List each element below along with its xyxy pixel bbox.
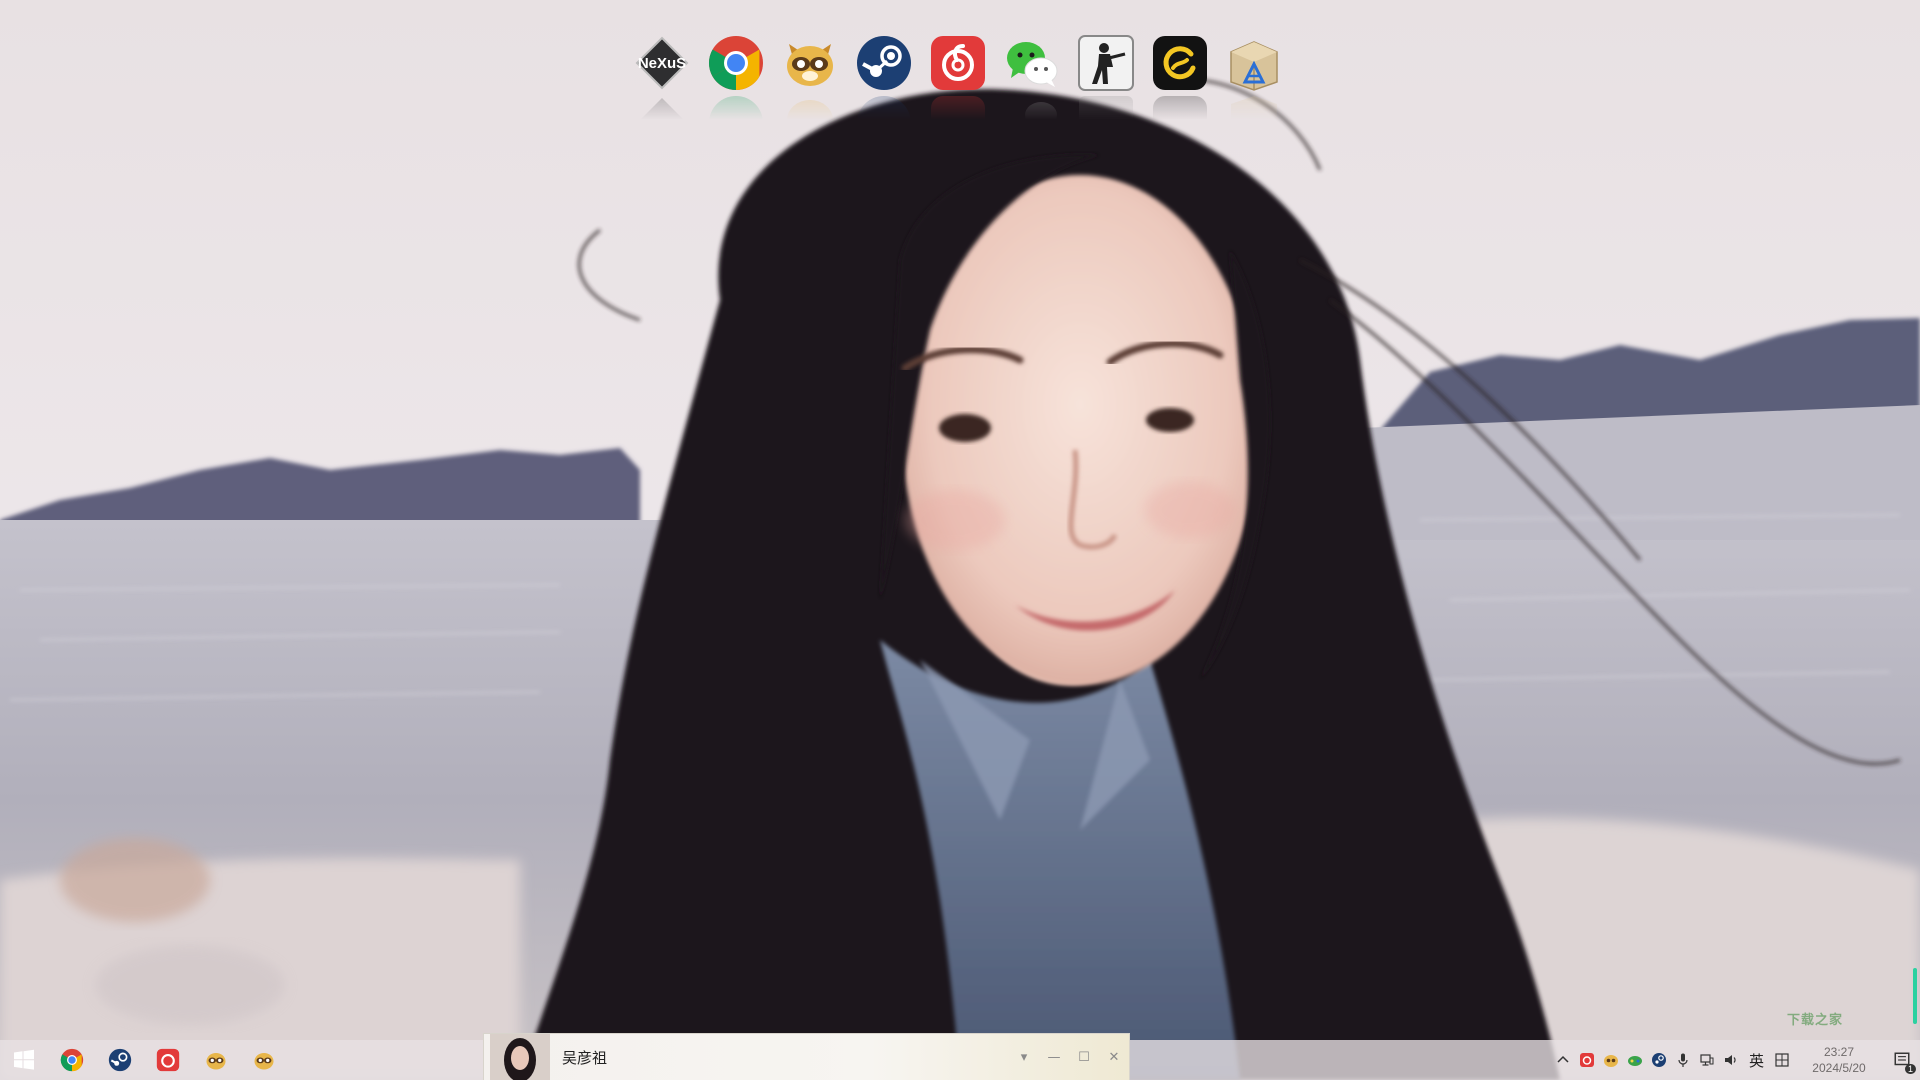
netease-music-icon bbox=[929, 34, 987, 92]
dock-item-game-app[interactable] bbox=[1151, 34, 1209, 150]
network-icon bbox=[1700, 1054, 1714, 1066]
dock-item-counter-strike[interactable] bbox=[1077, 34, 1135, 150]
desktop-wallpaper bbox=[0, 0, 1920, 1080]
dock-item-chrome[interactable] bbox=[707, 34, 765, 150]
chrome-icon bbox=[60, 1048, 84, 1072]
dock-item-netease-music[interactable] bbox=[929, 34, 987, 150]
clock-time: 23:27 bbox=[1823, 1045, 1855, 1059]
edge-indicator bbox=[1913, 968, 1917, 1024]
show-hidden-icons-button[interactable] bbox=[1551, 1040, 1575, 1080]
steam-icon bbox=[1651, 1053, 1666, 1067]
clock[interactable]: 23:27 2024/5/20 bbox=[1794, 1040, 1884, 1080]
dropdown-button[interactable]: ▾ bbox=[1009, 1042, 1039, 1072]
ime-language-toggle[interactable]: 英 bbox=[1743, 1050, 1770, 1071]
taskbar-raccoon-1[interactable] bbox=[192, 1040, 240, 1080]
song-title: 吴彦祖 bbox=[562, 1049, 608, 1067]
svg-text:NeXuS: NeXuS bbox=[638, 55, 686, 72]
raccoon-icon bbox=[781, 34, 839, 92]
system-tray: 英 23:27 2024/5/20 1 bbox=[1551, 1040, 1920, 1080]
chevron-down-icon: ▾ bbox=[1020, 1049, 1028, 1065]
watermark-text: 下载之家 bbox=[1786, 1011, 1843, 1027]
microphone-icon bbox=[1678, 1053, 1688, 1067]
chevron-up-icon bbox=[1557, 1055, 1569, 1063]
taskbar-raccoon-2[interactable] bbox=[240, 1040, 288, 1080]
counter-strike-icon bbox=[1077, 34, 1135, 92]
dock-item-raccoon[interactable] bbox=[781, 34, 839, 140]
game-app-icon bbox=[1151, 34, 1209, 92]
steam-icon bbox=[855, 34, 913, 92]
gamepad-icon bbox=[1627, 1056, 1642, 1066]
dock-item-nexus[interactable]: NeXuS bbox=[633, 34, 691, 148]
ime-mode-button[interactable] bbox=[1770, 1040, 1794, 1080]
tray-netease-music[interactable] bbox=[1575, 1040, 1599, 1080]
app-installer-icon bbox=[1225, 34, 1283, 92]
tray-raccoon[interactable] bbox=[1599, 1040, 1623, 1080]
taskbar-steam[interactable] bbox=[96, 1040, 144, 1080]
notification-count-badge: 1 bbox=[1904, 1064, 1916, 1074]
microphone-button[interactable] bbox=[1671, 1040, 1695, 1080]
close-icon: ✕ bbox=[1108, 1049, 1120, 1065]
maximize-icon: ☐ bbox=[1078, 1049, 1090, 1065]
ime-grid-icon bbox=[1775, 1053, 1789, 1067]
tray-app-green[interactable] bbox=[1623, 1040, 1647, 1080]
windows-start-icon bbox=[14, 1049, 34, 1070]
dock-item-steam[interactable] bbox=[855, 34, 913, 150]
maximize-button[interactable]: ☐ bbox=[1069, 1042, 1099, 1072]
start-button[interactable] bbox=[0, 1040, 48, 1080]
netease-music-icon bbox=[156, 1048, 180, 1072]
close-button[interactable]: ✕ bbox=[1099, 1042, 1129, 1072]
dock-item-wechat[interactable] bbox=[1003, 34, 1061, 128]
netease-music-icon bbox=[1579, 1053, 1594, 1067]
minimize-button[interactable]: — bbox=[1039, 1042, 1069, 1072]
network-button[interactable] bbox=[1695, 1040, 1719, 1080]
minimize-icon: — bbox=[1047, 1049, 1061, 1065]
notification-center-button[interactable]: 1 bbox=[1884, 1040, 1920, 1080]
dock-item-app-installer[interactable] bbox=[1225, 34, 1283, 144]
chrome-icon bbox=[707, 34, 765, 92]
app-dock: NeXuS bbox=[633, 34, 1283, 150]
clock-date: 2024/5/20 bbox=[1812, 1061, 1866, 1075]
raccoon-icon bbox=[254, 1052, 274, 1070]
volume-button[interactable] bbox=[1719, 1040, 1743, 1080]
nexus-icon: NeXuS bbox=[633, 34, 691, 92]
raccoon-icon bbox=[1603, 1055, 1618, 1067]
album-art bbox=[490, 1034, 550, 1080]
taskbar-chrome[interactable] bbox=[48, 1040, 96, 1080]
tray-steam[interactable] bbox=[1647, 1040, 1671, 1080]
raccoon-icon bbox=[206, 1052, 226, 1070]
steam-icon bbox=[108, 1048, 132, 1072]
volume-icon bbox=[1724, 1055, 1736, 1065]
watermark: 下载之家 bbox=[1720, 996, 1910, 1040]
taskbar-netease-music[interactable] bbox=[144, 1040, 192, 1080]
music-mini-player[interactable]: 吴彦祖 ▾ — ☐ ✕ bbox=[483, 1033, 1130, 1080]
wechat-icon bbox=[1003, 34, 1061, 92]
